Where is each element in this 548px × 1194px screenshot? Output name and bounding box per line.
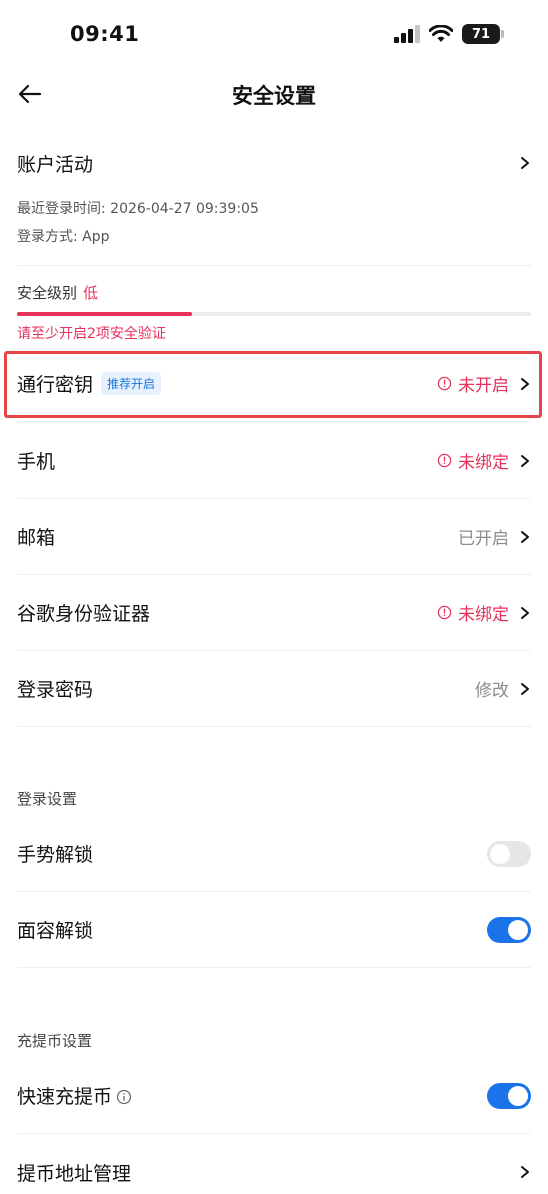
email-status-group: 已开启 <box>458 524 531 549</box>
status-time: 09:41 <box>70 22 140 46</box>
chevron-right-icon <box>521 1166 529 1178</box>
login-settings-title: 登录设置 <box>17 790 78 808</box>
gesture-unlock-control <box>487 840 531 867</box>
last-login-time: 最近登录时间: 2026-04-27 09:39:05 <box>17 201 259 217</box>
security-item-google-authenticator[interactable]: 谷歌身份验证器 未绑定 <box>17 575 531 651</box>
email-status-text: 已开启 <box>458 529 509 549</box>
account-activity[interactable]: 账户活动 最近登录时间: 2026-04-27 09:39:05 登录方式: A… <box>17 140 531 266</box>
quick-deposit-text: 快速充提币 <box>17 1086 113 1108</box>
account-activity-title: 账户活动 <box>17 154 94 176</box>
deposit-settings-title: 充提币设置 <box>17 1032 93 1050</box>
security-level-text: 安全级别 <box>17 284 78 302</box>
security-level: 安全级别低 请至少开启2项安全验证 <box>17 282 531 344</box>
face-unlock-control <box>487 916 531 943</box>
chevron-right-icon <box>521 454 529 467</box>
battery-level: 71 <box>471 26 491 42</box>
chevron-right-icon <box>521 682 529 695</box>
chevron-right-icon <box>521 606 529 619</box>
quick-deposit-label: 快速充提币 <box>17 1082 132 1109</box>
info-warning-icon <box>437 605 452 620</box>
security-item-email[interactable]: 邮箱 已开启 <box>17 499 531 575</box>
phone-status: 未绑定 <box>437 448 509 473</box>
toggle-knob <box>490 843 510 864</box>
face-unlock-label: 面容解锁 <box>17 920 94 942</box>
info-warning-icon <box>437 453 452 468</box>
setting-gesture-unlock: 手势解锁 <box>17 816 531 892</box>
quick-deposit-toggle[interactable] <box>487 1082 531 1109</box>
setting-face-unlock: 面容解锁 <box>17 892 531 968</box>
withdraw-address-label: 提币地址管理 <box>17 1162 132 1185</box>
gesture-unlock-toggle[interactable] <box>487 840 531 867</box>
status-bar: 09:41 71 <box>0 0 548 72</box>
chevron-right-icon <box>521 157 529 169</box>
security-item-phone[interactable]: 手机 未绑定 <box>17 423 531 499</box>
login-password-status-group: 修改 <box>475 676 531 701</box>
highlight-box <box>4 351 542 418</box>
google-authenticator-status-text: 未绑定 <box>458 605 509 625</box>
page-title: 安全设置 <box>232 84 316 108</box>
login-password-label: 登录密码 <box>17 679 94 701</box>
login-method: 登录方式: App <box>17 229 110 245</box>
security-level-value: 低 <box>83 284 99 302</box>
battery-icon: 71 <box>462 24 504 44</box>
phone-status-text: 未绑定 <box>458 453 509 473</box>
setting-withdraw-address[interactable]: 提币地址管理 <box>17 1134 531 1194</box>
login-password-action: 修改 <box>475 681 509 701</box>
info-icon[interactable] <box>116 1089 132 1105</box>
status-icons: 71 <box>394 24 504 44</box>
security-level-label: 安全级别低 <box>17 282 98 303</box>
email-label: 邮箱 <box>17 527 56 549</box>
security-level-bar <box>17 312 531 316</box>
security-level-hint: 请至少开启2项安全验证 <box>17 326 166 342</box>
wifi-icon <box>429 25 453 42</box>
security-item-login-password[interactable]: 登录密码 修改 <box>17 651 531 727</box>
setting-quick-deposit: 快速充提币 <box>17 1058 531 1134</box>
google-authenticator-label: 谷歌身份验证器 <box>17 603 151 625</box>
google-authenticator-status: 未绑定 <box>437 600 509 625</box>
phone-label: 手机 <box>17 451 56 473</box>
security-level-bar-fill <box>17 312 192 316</box>
gesture-unlock-label: 手势解锁 <box>17 844 94 866</box>
toggle-knob <box>508 919 528 940</box>
chevron-right-icon <box>521 530 529 543</box>
toggle-knob <box>508 1085 528 1106</box>
nav-bar: 安全设置 <box>0 72 548 116</box>
phone-status-group: 未绑定 <box>437 448 531 473</box>
google-authenticator-status-group: 未绑定 <box>437 600 531 625</box>
signal-icon <box>394 25 420 43</box>
face-unlock-toggle[interactable] <box>487 916 531 943</box>
withdraw-address-group <box>519 1165 531 1179</box>
quick-deposit-control <box>487 1082 531 1109</box>
